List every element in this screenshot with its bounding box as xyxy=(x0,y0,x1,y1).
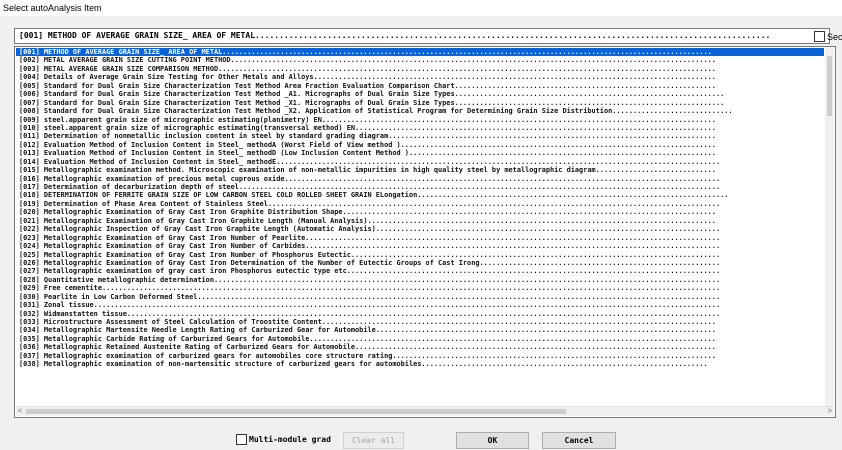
list-item[interactable]: [027] Metallographic examination of gray… xyxy=(16,267,824,275)
list-item[interactable]: [003] METAL AVERAGE GRAIN SIZE COMPARISO… xyxy=(16,65,824,73)
list-item[interactable]: [034] Metallographic Martensite Needle L… xyxy=(16,326,824,334)
scroll-left-icon[interactable]: < xyxy=(18,407,22,416)
horizontal-scrollbar[interactable]: < > xyxy=(16,406,834,416)
list-item[interactable]: [020] Metallographic Examination of Gray… xyxy=(16,208,824,216)
select-checkbox[interactable]: Sec xyxy=(814,30,842,43)
list-item[interactable]: [008] Standard for Dual Grain Size Chara… xyxy=(16,107,824,115)
list-item[interactable]: [019] Determination of Phase Area Conten… xyxy=(16,200,824,208)
list-item[interactable]: [018] DETERMINATION OF FERRITE GRAIN SIZ… xyxy=(16,191,824,199)
multi-module-label: Multi-module grad xyxy=(249,435,331,444)
list-item[interactable]: [024] Metallographic Examination of Gray… xyxy=(16,242,824,250)
list-item[interactable]: [016] Metallographic examination of prec… xyxy=(16,175,824,183)
ok-button[interactable]: OK xyxy=(456,432,529,449)
analysis-item-list[interactable]: [001] METHOD OF AVERAGE GRAIN SIZE_ AREA… xyxy=(14,46,836,418)
list-item[interactable]: [004] Details of Average Grain Size Test… xyxy=(16,73,824,81)
list-item[interactable]: [033] Microstructure Assessment of Steel… xyxy=(16,318,824,326)
list-item[interactable]: [001] METHOD OF AVERAGE GRAIN SIZE_ AREA… xyxy=(16,48,824,57)
list-item[interactable]: [014] Evaluation Method of Inclusion Con… xyxy=(16,158,824,166)
list-item[interactable]: [013] Evaluation Method of Inclusion Con… xyxy=(16,149,824,157)
list-item[interactable]: [035] Metallographic Carbide Rating of C… xyxy=(16,335,824,343)
list-item[interactable]: [006] Standard for Dual Grain Size Chara… xyxy=(16,90,824,98)
cancel-button[interactable]: Cancel xyxy=(542,432,616,449)
list-item[interactable]: [002] METAL AVERAGE GRAIN SIZE CUTTING P… xyxy=(16,56,824,64)
list-item[interactable]: [037] Metallographic examination of carb… xyxy=(16,352,824,360)
window-title: Select autoAnalysis Item xyxy=(0,0,842,16)
selected-item-combo[interactable]: [001] METHOD OF AVERAGE GRAIN SIZE_ AREA… xyxy=(14,28,830,44)
list-item[interactable]: [012] Evaluation Method of Inclusion Con… xyxy=(16,141,824,149)
list-item[interactable]: [023] Metallographic Examination of Gray… xyxy=(16,234,824,242)
horizontal-scroll-thumb[interactable] xyxy=(26,409,566,414)
multi-module-checkbox-box[interactable] xyxy=(236,434,247,445)
list-item[interactable]: [025] Metallographic Examination of Gray… xyxy=(16,251,824,259)
list-item[interactable]: [005] Standard for Dual Grain Size Chara… xyxy=(16,82,824,90)
vertical-scroll-thumb[interactable] xyxy=(827,56,832,116)
list-item[interactable]: [031] Zonal tissue......................… xyxy=(16,301,824,309)
list-item[interactable]: [010] steel.apparent grain size of micro… xyxy=(16,124,824,132)
select-checkbox-box[interactable] xyxy=(814,31,825,42)
list-item[interactable]: [026] Metallographic Examination of Gray… xyxy=(16,259,824,267)
multi-module-checkbox[interactable]: Multi-module grad xyxy=(236,434,331,445)
list-item[interactable]: [011] Determination of nonmetallic inclu… xyxy=(16,132,824,140)
list-item[interactable]: [021] Metallographic Examination of Gray… xyxy=(16,217,824,225)
clear-all-button[interactable]: Clear all xyxy=(343,432,404,449)
list-item[interactable]: [036] Metallographic Retained Austenite … xyxy=(16,343,824,351)
list-item[interactable]: [009] steel.apparent grain size of micro… xyxy=(16,116,824,124)
vertical-scrollbar[interactable] xyxy=(825,48,834,406)
list-item[interactable]: [030] Pearlite in Low Carbon Deformed St… xyxy=(16,293,824,301)
list-item[interactable]: [017] Determination of decarburization d… xyxy=(16,183,824,191)
list-item[interactable]: [007] Standard for Dual Grain Size Chara… xyxy=(16,99,824,107)
select-checkbox-label: Sec xyxy=(827,31,842,42)
list-item[interactable]: [015] Metallographic examination method.… xyxy=(16,166,824,174)
list-item[interactable]: [038] Metallographic examination of non-… xyxy=(16,360,824,368)
scroll-right-icon[interactable]: > xyxy=(828,407,832,416)
list-item[interactable]: [032] Widmanstatten tissue..............… xyxy=(16,310,824,318)
list-item[interactable]: [029] Free cementite....................… xyxy=(16,284,824,292)
analysis-item-rows: [001] METHOD OF AVERAGE GRAIN SIZE_ AREA… xyxy=(16,48,824,406)
dialog-footer: Multi-module grad Clear all OK Cancel xyxy=(0,424,842,450)
list-item[interactable]: [022] Metallographic Inspection of Gray … xyxy=(16,225,824,233)
list-item[interactable]: [028] Quantitative metallographic determ… xyxy=(16,276,824,284)
